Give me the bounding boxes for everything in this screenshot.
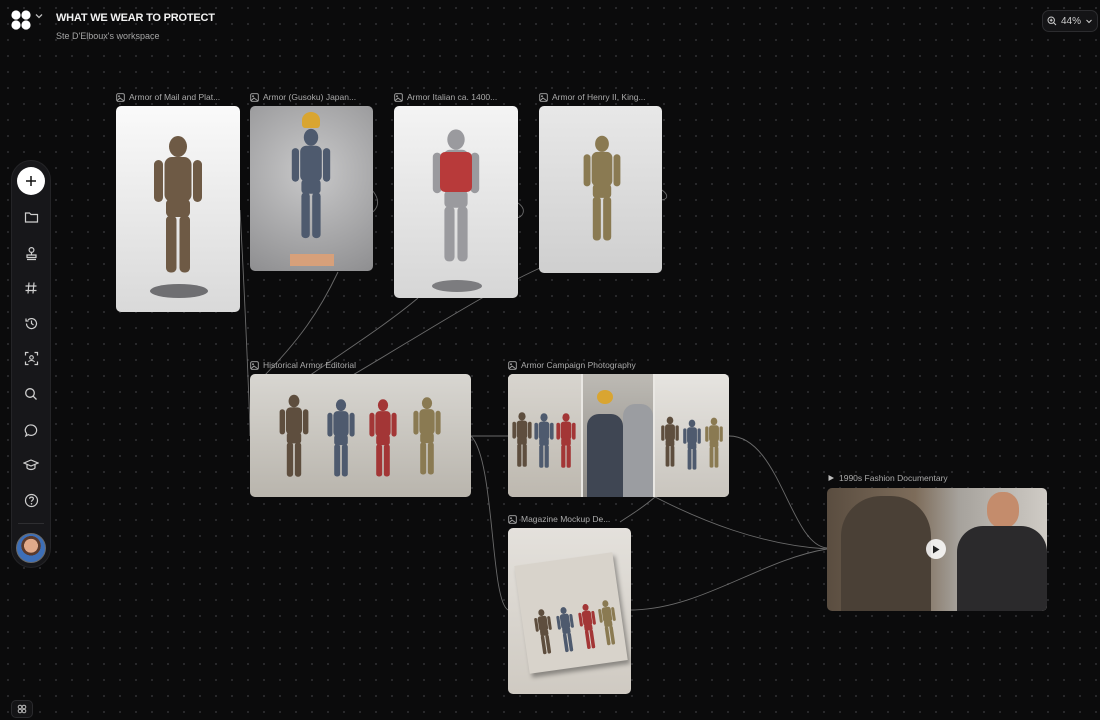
node-label-armor-gusoku[interactable]: Armor (Gusoku) Japan... [250,92,356,102]
node-label-armor-henry[interactable]: Armor of Henry II, King... [539,92,646,102]
image-node-armor-italian[interactable] [394,106,518,298]
armor-figure [532,402,556,482]
sidebar-item-comments[interactable] [22,421,40,439]
image-icon [508,361,517,370]
image-icon [508,515,517,524]
knight-figure [623,404,653,497]
stamp-icon [25,246,37,260]
image-icon [250,93,259,102]
sidebar-item-help[interactable] [22,491,40,509]
image-icon [394,93,403,102]
image-icon [539,93,548,102]
armor-figure [579,120,625,262]
sidebar-item-search[interactable] [22,385,40,403]
sidebar-item-tags[interactable] [22,279,40,297]
image-node-armor-henry[interactable] [539,106,662,273]
magazine-cover [514,552,628,674]
canvas-settings-button[interactable] [11,700,33,718]
chevron-down-icon[interactable] [34,11,44,21]
sidebar-divider [18,523,44,524]
armor-figure [681,410,703,482]
sidebar-item-stamp[interactable] [22,244,40,262]
armor-figure [366,388,400,492]
armor-figure [324,388,358,492]
image-node-armor-mail[interactable] [116,106,240,312]
project-title[interactable]: WHAT WE WEAR TO PROTECT [56,12,215,24]
video-node-documentary[interactable] [827,488,1047,611]
help-circle-icon [24,493,38,507]
armor-figure [510,400,534,482]
person-body [957,526,1047,611]
plus-icon [26,176,36,186]
search-icon [25,388,37,400]
avatar[interactable] [16,533,46,563]
play-icon [933,545,940,553]
campaign-frame-3 [655,374,729,497]
image-icon [250,361,259,370]
history-icon [24,317,37,329]
node-label-campaign[interactable]: Armor Campaign Photography [508,360,636,370]
node-label-documentary[interactable]: 1990s Fashion Documentary [827,473,948,483]
video-play-icon [828,475,834,481]
zoom-control[interactable]: 44% [1042,10,1098,32]
hash-icon [25,282,37,294]
zoom-level: 44% [1060,15,1081,27]
armor-figure [703,406,725,482]
chat-bubble-icon [24,423,37,437]
workspace-name: Ste D'Elboux's workspace [56,31,160,41]
folder-icon [24,212,38,223]
scan-face-icon [24,351,38,365]
display-base [290,254,334,266]
image-node-campaign[interactable] [508,374,729,497]
armor-figure [410,384,444,492]
node-label-magazine[interactable]: Magazine Mockup De... [508,514,610,524]
helmet-crest [597,390,613,404]
chevron-down-icon [1086,19,1092,24]
image-icon [116,93,125,102]
zoom-icon [1047,16,1057,26]
add-button[interactable] [17,167,45,195]
graduation-cap-icon [23,459,39,471]
sidebar-item-scan[interactable] [22,349,40,367]
sidebar-item-history[interactable] [22,314,40,332]
image-node-magazine[interactable] [508,528,631,694]
sidebar-item-files[interactable] [22,208,40,226]
armor-detail [841,496,931,611]
campaign-frame-2 [583,374,653,497]
app-logo-icon[interactable] [10,9,32,31]
node-label-armor-mail[interactable]: Armor of Mail and Plat... [116,92,220,102]
tool-sidebar [11,160,51,568]
armor-figure [659,404,681,482]
samurai-figure [587,414,623,497]
campaign-frame-1 [508,374,581,497]
armor-figure [287,124,335,249]
node-label-armor-italian[interactable]: Armor Italian ca. 1400... [394,92,497,102]
play-button[interactable] [926,539,946,559]
red-surcoat [440,152,472,192]
armor-figure [554,402,578,482]
sidebar-item-learn[interactable] [22,456,40,474]
grid-icon [17,704,27,714]
display-base [432,280,482,292]
display-base [150,284,208,298]
node-label-editorial[interactable]: Historical Armor Editorial [250,360,356,370]
armor-figure [276,384,312,492]
image-node-editorial[interactable] [250,374,471,497]
image-node-armor-gusoku[interactable] [250,106,373,271]
armor-figure [427,118,485,280]
armor-figure [148,118,208,298]
person-head [987,492,1019,528]
